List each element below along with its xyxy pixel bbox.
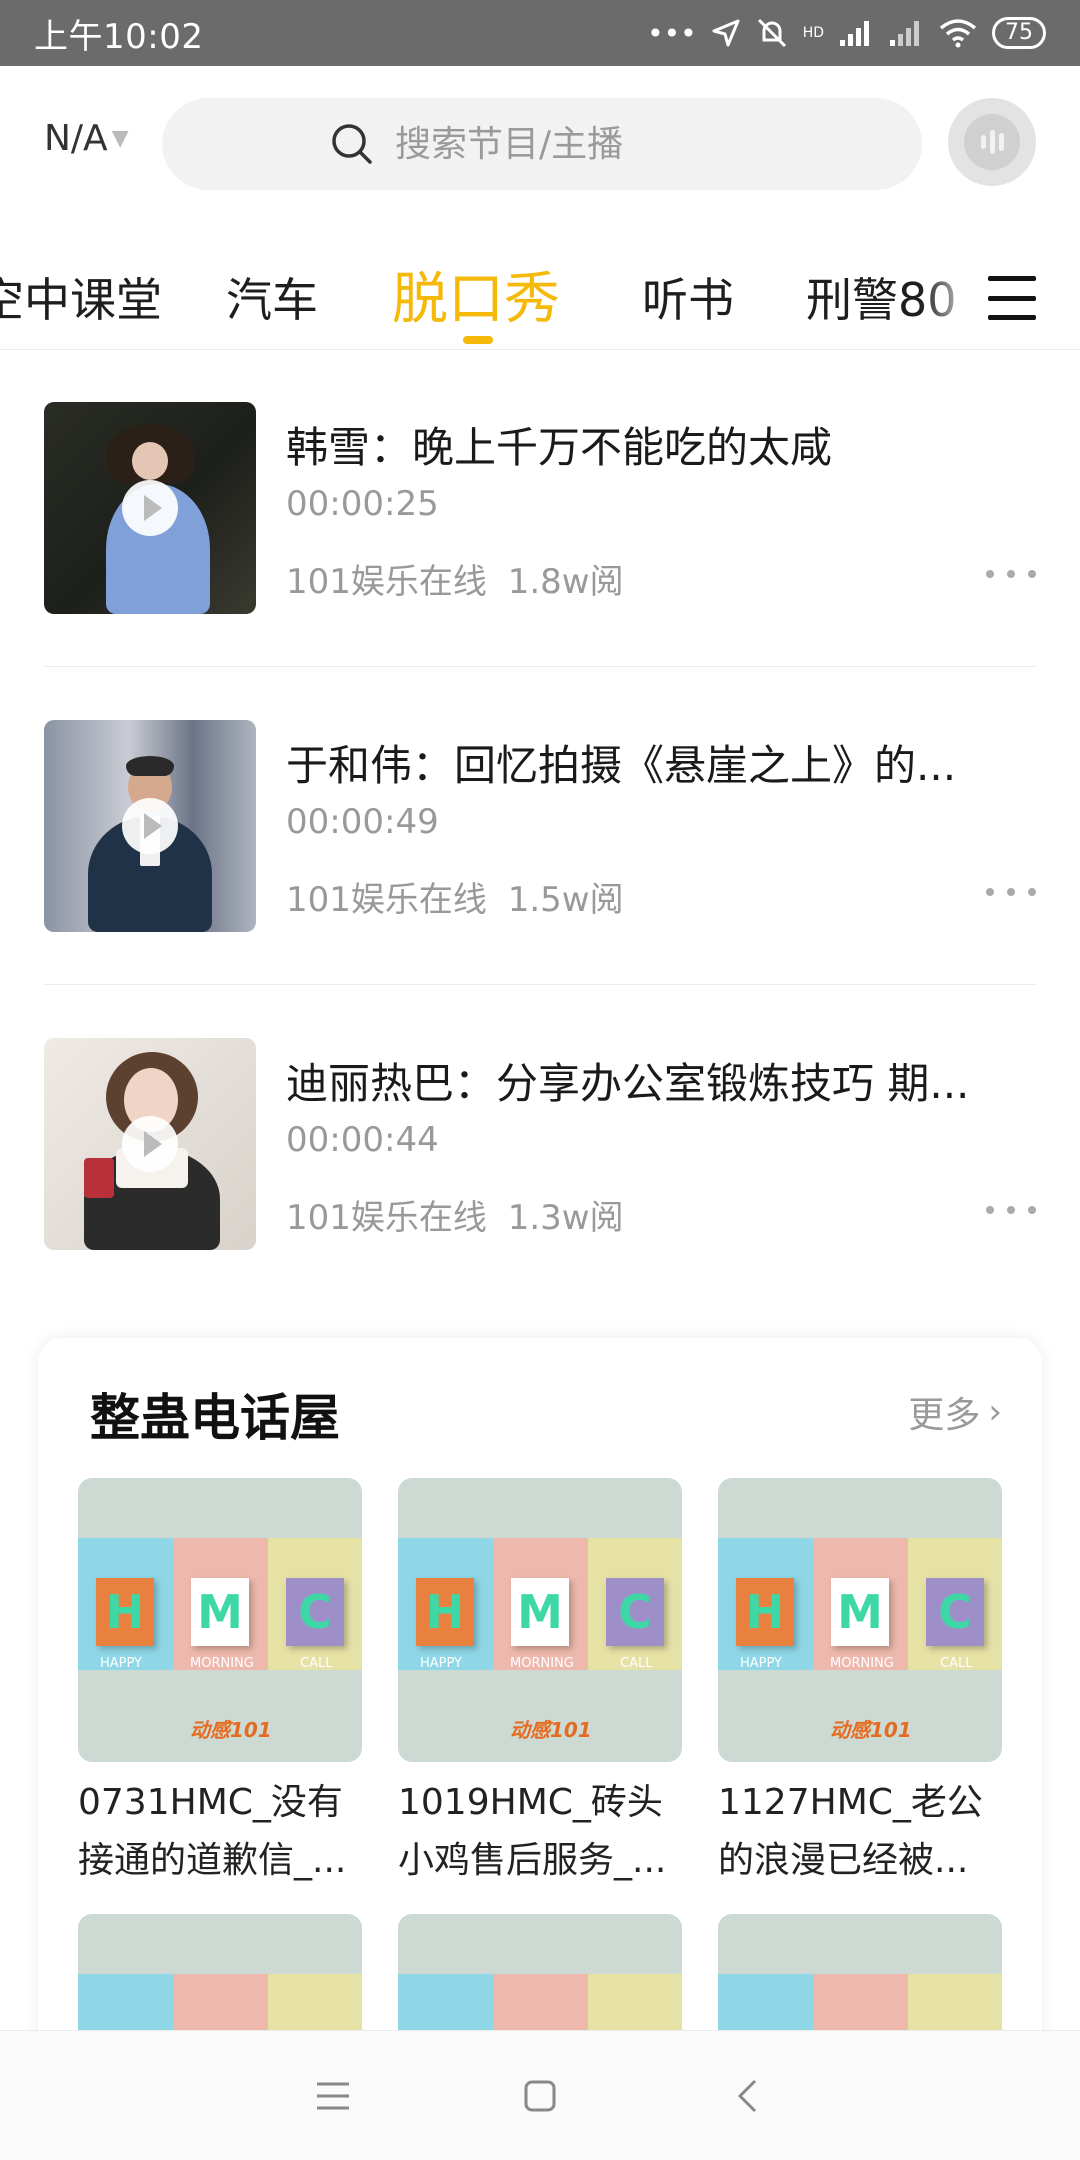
play-icon[interactable]: [122, 798, 178, 854]
recent-apps-button[interactable]: [303, 2066, 363, 2126]
cover-logo: 动感101: [190, 1718, 272, 1742]
search-input[interactable]: [395, 123, 755, 165]
album-cover: H M C HAPPY MORNING CALL 动感101: [78, 1478, 362, 1762]
more-notifications-icon: •••: [647, 16, 697, 50]
cover-logo: 动感101: [510, 1718, 592, 1742]
cover-word: MORNING: [190, 1656, 254, 1671]
cover-word: HAPPY: [420, 1656, 463, 1671]
location-icon: [712, 19, 740, 47]
cover-logo: 动感101: [830, 1718, 912, 1742]
more-options-icon[interactable]: [986, 1200, 1036, 1220]
cover-letter: M: [511, 1578, 569, 1646]
battery-indicator: 75: [992, 17, 1046, 49]
cover-word: CALL: [620, 1656, 653, 1671]
program-title: 于和伟：回忆拍摄《悬崖之上》的...: [286, 741, 957, 790]
hd-label: HD: [802, 25, 824, 41]
cover-letter: H: [736, 1578, 794, 1646]
play-icon[interactable]: [122, 1116, 178, 1172]
program-thumbnail: [44, 1038, 256, 1250]
menu-icon[interactable]: [980, 270, 1044, 326]
program-item[interactable]: 迪丽热巴：分享办公室锻炼技巧 期... 00:00:44 101娱乐在线 1.3…: [44, 1038, 1036, 1250]
signal-icon: [840, 21, 869, 46]
program-duration: 00:00:25: [286, 484, 439, 524]
more-link[interactable]: 更多 ›: [908, 1386, 1002, 1438]
search-bar[interactable]: [162, 98, 922, 190]
square-icon: [524, 2080, 556, 2111]
program-item[interactable]: 于和伟：回忆拍摄《悬崖之上》的... 00:00:49 101娱乐在线 1.5w…: [44, 720, 1036, 932]
caret-down-icon: ▼: [111, 126, 129, 151]
home-button[interactable]: [510, 2066, 570, 2126]
album-title: 1127HMC_老公的浪漫已经被...: [718, 1782, 983, 1881]
menu-lines-icon: [317, 2082, 350, 2109]
album-item[interactable]: H M C HAPPY MORNING CALL 动感101 1127HMC_老…: [718, 1478, 1002, 1890]
program-views: 1.3w阅: [507, 1198, 624, 1238]
program-views: 1.8w阅: [507, 562, 624, 602]
cover-letter: C: [926, 1578, 984, 1646]
tab-car[interactable]: 汽车: [226, 264, 318, 330]
tab-talk-show[interactable]: 脱口秀: [392, 254, 560, 335]
cover-letter: H: [96, 1578, 154, 1646]
album-title: 0731HMC_没有接通的道歉信_...: [78, 1782, 347, 1881]
album-item[interactable]: H M C HAPPY MORNING CALL 动感101 1019HMC_砖…: [398, 1478, 682, 1890]
back-arrow-icon: [738, 2079, 756, 2112]
album-item[interactable]: H M C HAPPY MORNING CALL 动感101 0731HMC_没…: [78, 1478, 362, 1890]
program-thumbnail: [44, 720, 256, 932]
system-nav-bar: [0, 2030, 1080, 2160]
chevron-right-icon: ›: [988, 1392, 1002, 1432]
mute-icon: [757, 18, 786, 48]
cover-word: MORNING: [830, 1656, 894, 1671]
program-views: 1.5w阅: [507, 880, 624, 920]
play-icon[interactable]: [122, 480, 178, 536]
program-duration: 00:00:49: [286, 802, 439, 842]
status-bar: 上午10:02 ••• HD 75: [0, 0, 1080, 66]
divider: [44, 984, 1036, 985]
program-meta: 101娱乐在线 1.8w阅: [286, 554, 624, 603]
program-title: 韩雪：晚上千万不能吃的太咸: [286, 423, 833, 472]
cover-letter: C: [606, 1578, 664, 1646]
back-button[interactable]: [717, 2066, 777, 2126]
program-meta: 101娱乐在线 1.5w阅: [286, 872, 624, 921]
location-selector[interactable]: N/A ▼: [44, 118, 129, 159]
cover-letter: C: [286, 1578, 344, 1646]
cover-letter: M: [191, 1578, 249, 1646]
divider: [44, 666, 1036, 667]
cover-letter: H: [416, 1578, 474, 1646]
tab-classroom[interactable]: 空中课堂: [0, 264, 162, 330]
program-source: 101娱乐在线: [286, 1198, 487, 1238]
section-title: 整蛊电话屋: [90, 1389, 340, 1447]
category-tabs: 空中课堂 汽车 脱口秀 听书 刑警80: [0, 250, 1080, 350]
signal-icon-2: [890, 21, 919, 46]
tab-indicator: [463, 336, 493, 344]
program-title: 迪丽热巴：分享办公室锻炼技巧 期...: [286, 1059, 970, 1108]
program-source: 101娱乐在线: [286, 880, 487, 920]
cover-word: MORNING: [510, 1656, 574, 1671]
top-bar: N/A ▼: [0, 98, 1080, 190]
player-avatar-button[interactable]: [948, 98, 1036, 186]
status-icons: ••• HD 75: [647, 16, 1046, 50]
wifi-icon: [939, 19, 977, 48]
program-thumbnail: [44, 402, 256, 614]
cover-letter: M: [831, 1578, 889, 1646]
tab-audiobook[interactable]: 听书: [642, 264, 734, 330]
tab-fade: [920, 250, 980, 349]
program-source: 101娱乐在线: [286, 562, 487, 602]
more-options-icon[interactable]: [986, 564, 1036, 584]
search-icon: [332, 124, 372, 164]
cover-word: CALL: [300, 1656, 333, 1671]
cover-word: HAPPY: [100, 1656, 143, 1671]
audio-bars-icon: [964, 114, 1020, 170]
album-cover: H M C HAPPY MORNING CALL 动感101: [718, 1478, 1002, 1762]
album-cover: H M C HAPPY MORNING CALL 动感101: [398, 1478, 682, 1762]
cover-word: CALL: [940, 1656, 973, 1671]
more-options-icon[interactable]: [986, 882, 1036, 902]
album-title: 1019HMC_砖头小鸡售后服务_...: [398, 1782, 667, 1881]
program-item[interactable]: 韩雪：晚上千万不能吃的太咸 00:00:25 101娱乐在线 1.8w阅: [44, 402, 1036, 614]
program-meta: 101娱乐在线 1.3w阅: [286, 1190, 624, 1239]
more-label: 更多: [908, 1395, 981, 1436]
program-duration: 00:00:44: [286, 1120, 439, 1160]
status-time: 上午10:02: [34, 16, 204, 57]
location-label: N/A: [44, 118, 108, 159]
cover-word: HAPPY: [740, 1656, 783, 1671]
